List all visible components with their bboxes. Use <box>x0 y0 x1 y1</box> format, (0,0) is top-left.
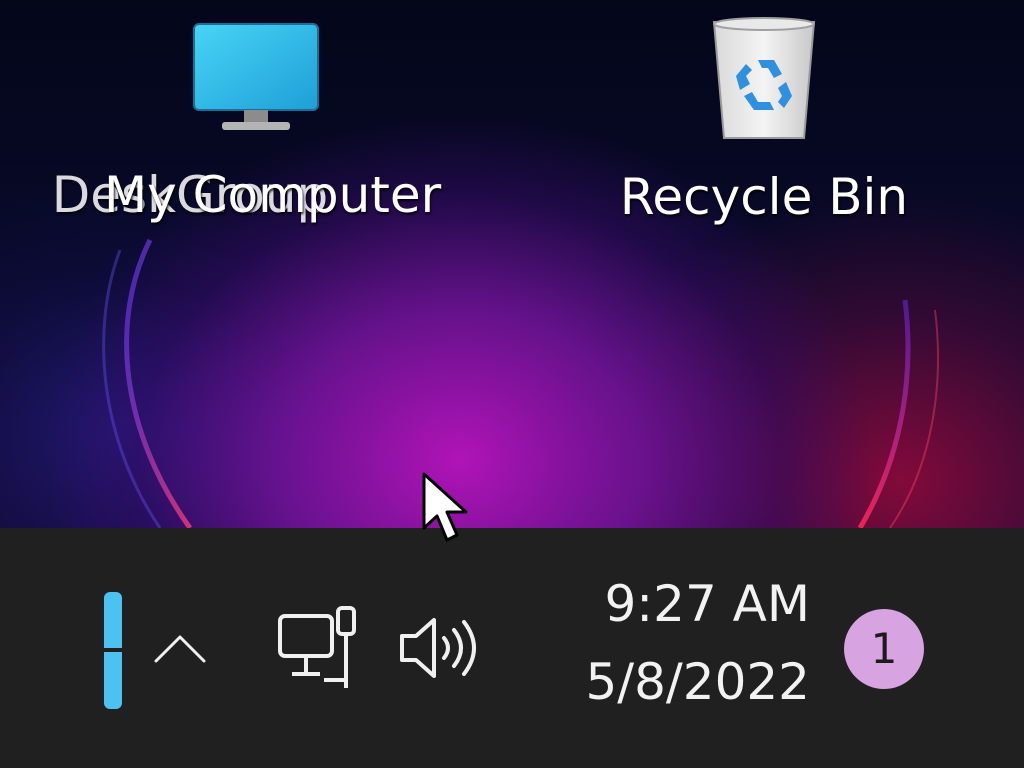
recycle-bin-icon <box>712 17 816 139</box>
chevron-up-icon <box>154 635 206 663</box>
desktop-icon-label: My Computer <box>104 166 442 224</box>
monitor-icon <box>193 23 319 130</box>
clock-button[interactable]: 9:27 AM 5/8/2022 <box>540 575 810 720</box>
desktop-icon-my-computer[interactable]: DeskGroup My Computer <box>52 18 442 228</box>
show-hidden-icons-button[interactable] <box>150 625 210 675</box>
notification-center-badge[interactable]: 1 <box>844 609 924 689</box>
mouse-cursor-icon <box>422 472 468 542</box>
network-icon <box>278 606 356 688</box>
clock-time: 9:27 AM <box>604 575 810 633</box>
network-tray-button[interactable] <box>272 604 364 692</box>
clock-date: 5/8/2022 <box>585 653 810 711</box>
desktop-icon-label: Recycle Bin <box>619 168 909 226</box>
taskbar-app-indicator[interactable] <box>104 592 122 709</box>
desktop-screen: DeskGroup My Computer Recycle Bin 9:27 A… <box>0 0 1024 768</box>
volume-icon <box>400 618 476 678</box>
desktop-icon-recycle-bin[interactable]: Recycle Bin <box>614 10 914 230</box>
volume-tray-button[interactable] <box>396 612 484 684</box>
